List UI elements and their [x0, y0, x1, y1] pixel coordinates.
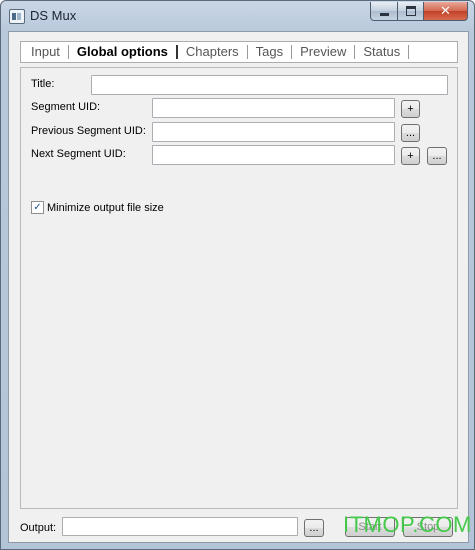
- tab-tags[interactable]: Tags: [248, 45, 293, 59]
- tab-bar: Input Global options Chapters Tags Previ…: [20, 41, 458, 63]
- next-segment-uid-label: Next Segment UID:: [31, 148, 126, 160]
- minimize-button[interactable]: [370, 2, 398, 21]
- title-label: Title:: [31, 78, 55, 90]
- client-area: Input Global options Chapters Tags Previ…: [8, 31, 469, 543]
- tab-input[interactable]: Input: [23, 45, 69, 59]
- output-input[interactable]: [62, 517, 298, 536]
- tab-chapters[interactable]: Chapters: [178, 45, 248, 59]
- caption-buttons: ✕: [370, 2, 468, 21]
- next-segment-uid-add-button[interactable]: +: [401, 147, 420, 165]
- close-icon: ✕: [440, 3, 451, 18]
- segment-uid-input[interactable]: [152, 98, 395, 118]
- segment-uid-label: Segment UID:: [31, 101, 101, 113]
- close-button[interactable]: ✕: [424, 2, 468, 21]
- title-bar[interactable]: DS Mux ✕: [1, 1, 474, 31]
- check-icon: ✓: [33, 201, 42, 213]
- minimize-output-checkbox[interactable]: ✓: [31, 201, 44, 214]
- segment-uid-add-button[interactable]: +: [401, 100, 420, 118]
- window-title: DS Mux: [30, 8, 77, 23]
- maximize-button[interactable]: [398, 2, 424, 21]
- next-segment-uid-browse-button[interactable]: ...: [427, 147, 447, 165]
- previous-segment-uid-input[interactable]: [152, 122, 395, 142]
- minimize-output-label[interactable]: Minimize output file size: [47, 202, 164, 214]
- tab-preview[interactable]: Preview: [292, 45, 356, 59]
- global-options-panel: Title: Segment UID: + Previous Segment U…: [20, 67, 458, 509]
- app-icon: [9, 9, 25, 24]
- maximize-icon: [405, 6, 416, 16]
- watermark-text: ITMOP.COM: [343, 512, 472, 537]
- tab-status[interactable]: Status: [355, 45, 410, 59]
- next-segment-uid-input[interactable]: [152, 145, 395, 165]
- tab-global-options[interactable]: Global options: [69, 45, 178, 59]
- app-window: DS Mux ✕ Input Global options Chapters T…: [0, 0, 475, 550]
- title-input[interactable]: [91, 75, 448, 95]
- output-label: Output:: [20, 522, 57, 534]
- minimize-icon: [379, 12, 389, 16]
- previous-segment-uid-browse-button[interactable]: ...: [401, 124, 420, 142]
- output-browse-button[interactable]: ...: [304, 519, 324, 537]
- previous-segment-uid-label: Previous Segment UID:: [31, 125, 146, 137]
